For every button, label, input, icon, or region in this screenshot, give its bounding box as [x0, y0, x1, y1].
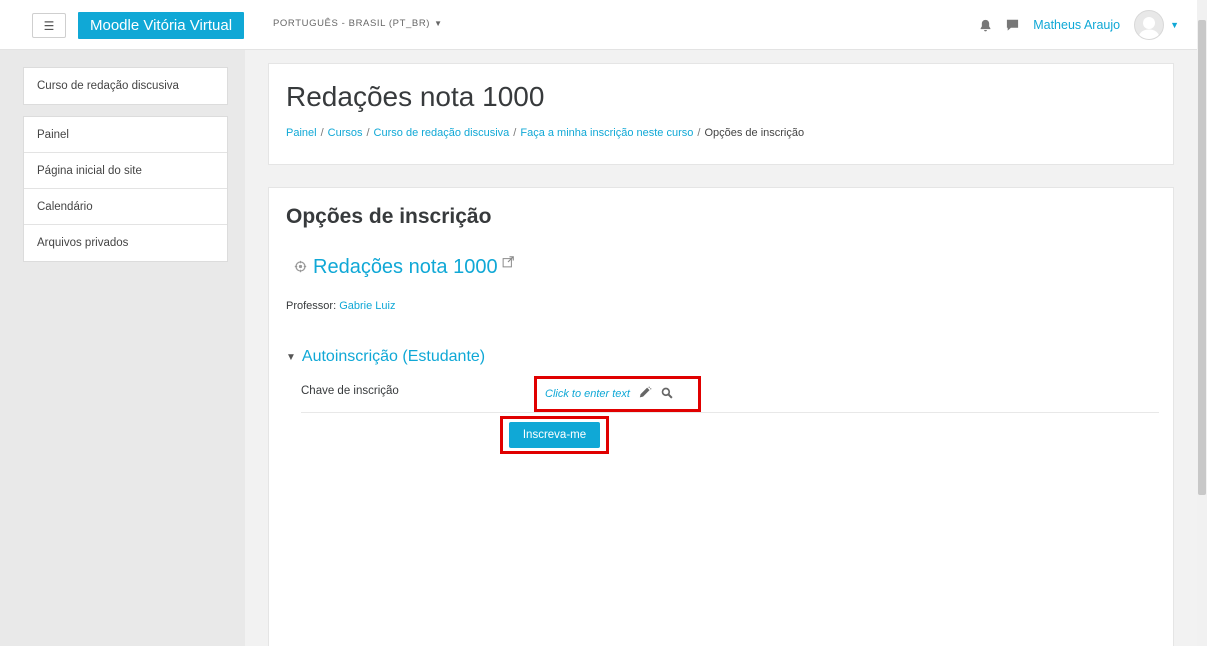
scrollbar-thumb[interactable] — [1198, 20, 1206, 495]
page-scrollbar[interactable] — [1197, 0, 1207, 646]
drawer-item-calendar[interactable]: Calendário — [24, 189, 227, 225]
breadcrumb-current: Opções de inscrição — [704, 127, 805, 139]
course-name: Redações nota 1000 — [313, 256, 498, 278]
breadcrumb-separator: / — [697, 127, 701, 139]
top-navbar: ☰ Moodle Vitória Virtual PORTUGUÊS - BRA… — [0, 0, 1197, 50]
chevron-down-icon[interactable]: ▼ — [1170, 20, 1179, 30]
enrolment-key-placeholder: Click to enter text — [545, 388, 630, 400]
teacher-link[interactable]: Gabrie Luiz — [339, 300, 395, 312]
breadcrumb-separator: / — [320, 127, 324, 139]
chat-icon[interactable] — [1006, 19, 1019, 31]
user-avatar-icon[interactable] — [1134, 10, 1165, 40]
bell-icon[interactable] — [979, 19, 992, 32]
breadcrumb-link-enrol[interactable]: Faça a minha inscrição neste curso — [520, 127, 693, 139]
site-brand-label: Moodle Vitória Virtual — [90, 17, 233, 34]
language-label: PORTUGUÊS - BRASIL (PT_BR) — [273, 18, 431, 29]
external-link-icon — [502, 251, 514, 274]
page-title: Redações nota 1000 — [286, 81, 545, 112]
enrol-me-button[interactable]: Inscreva-me — [509, 422, 600, 448]
breadcrumb: Painel / Cursos / Curso de redação discusiva… — [286, 127, 804, 139]
drawer-item-label: Arquivos privados — [37, 237, 129, 249]
self-enrol-section-toggle[interactable]: ▼ Autoinscrição (Estudante) — [286, 348, 485, 366]
main-content: Opções de inscrição Redações nota 1000 P… — [268, 187, 1174, 646]
enrolment-key-label: Chave de inscrição — [301, 385, 399, 397]
breadcrumb-separator: / — [513, 127, 517, 139]
menu-icon: ☰ — [43, 18, 55, 33]
section-title: Opções de inscrição — [286, 205, 492, 228]
chevron-down-icon: ▼ — [434, 19, 443, 28]
drawer-item-course[interactable]: Curso de redação discusiva — [24, 68, 227, 104]
site-brand-link[interactable]: Moodle Vitória Virtual — [78, 12, 245, 39]
pencil-icon[interactable] — [638, 386, 653, 402]
breadcrumb-link-cursos[interactable]: Cursos — [328, 127, 363, 139]
course-icon — [294, 256, 307, 279]
breadcrumb-link-painel[interactable]: Painel — [286, 127, 317, 139]
drawer-item-label: Painel — [37, 128, 69, 141]
page-header: Redações nota 1000 Painel / Cursos / Curso d… — [268, 63, 1174, 165]
breadcrumb-link-course[interactable]: Curso de redação discusiva — [374, 127, 510, 139]
course-nav-block: Curso de redação discusiva — [23, 67, 228, 105]
user-name-link[interactable]: Matheus Araujo — [1033, 18, 1120, 32]
drawer-item-label: Página inicial do site — [37, 164, 142, 177]
drawer-item-label: Calendário — [37, 200, 93, 213]
breadcrumb-separator: / — [366, 127, 370, 139]
drawer-item-private-files[interactable]: Arquivos privados — [24, 225, 227, 261]
user-nav: Matheus Araujo ▼ — [979, 10, 1179, 40]
search-icon[interactable] — [661, 387, 673, 402]
language-menu[interactable]: PORTUGUÊS - BRASIL (PT_BR) ▼ — [273, 18, 443, 29]
teacher-label: Professor: — [286, 300, 337, 312]
nav-drawer: Curso de redação discusiva Painel Página… — [0, 50, 245, 646]
collapse-triangle-icon: ▼ — [286, 351, 296, 363]
menu-toggle-button[interactable]: ☰ — [32, 13, 66, 38]
course-link[interactable]: Redações nota 1000 — [294, 256, 514, 279]
self-enrol-heading: Autoinscrição (Estudante) — [301, 348, 486, 365]
enrolment-key-row: Chave de inscrição Click to enter text — [301, 376, 1159, 413]
submit-highlight: Inscreva-me — [500, 416, 609, 454]
drawer-item-label: Curso de redação discusiva — [37, 80, 179, 92]
drawer-item-home[interactable]: Página inicial do site — [24, 153, 227, 189]
course-teacher: Professor: Gabrie Luiz — [286, 300, 395, 312]
enrolment-key-field[interactable]: Click to enter text — [534, 376, 701, 412]
site-nav-block: Painel Página inicial do site Calendário… — [23, 116, 228, 262]
drawer-item-painel[interactable]: Painel — [24, 117, 227, 153]
